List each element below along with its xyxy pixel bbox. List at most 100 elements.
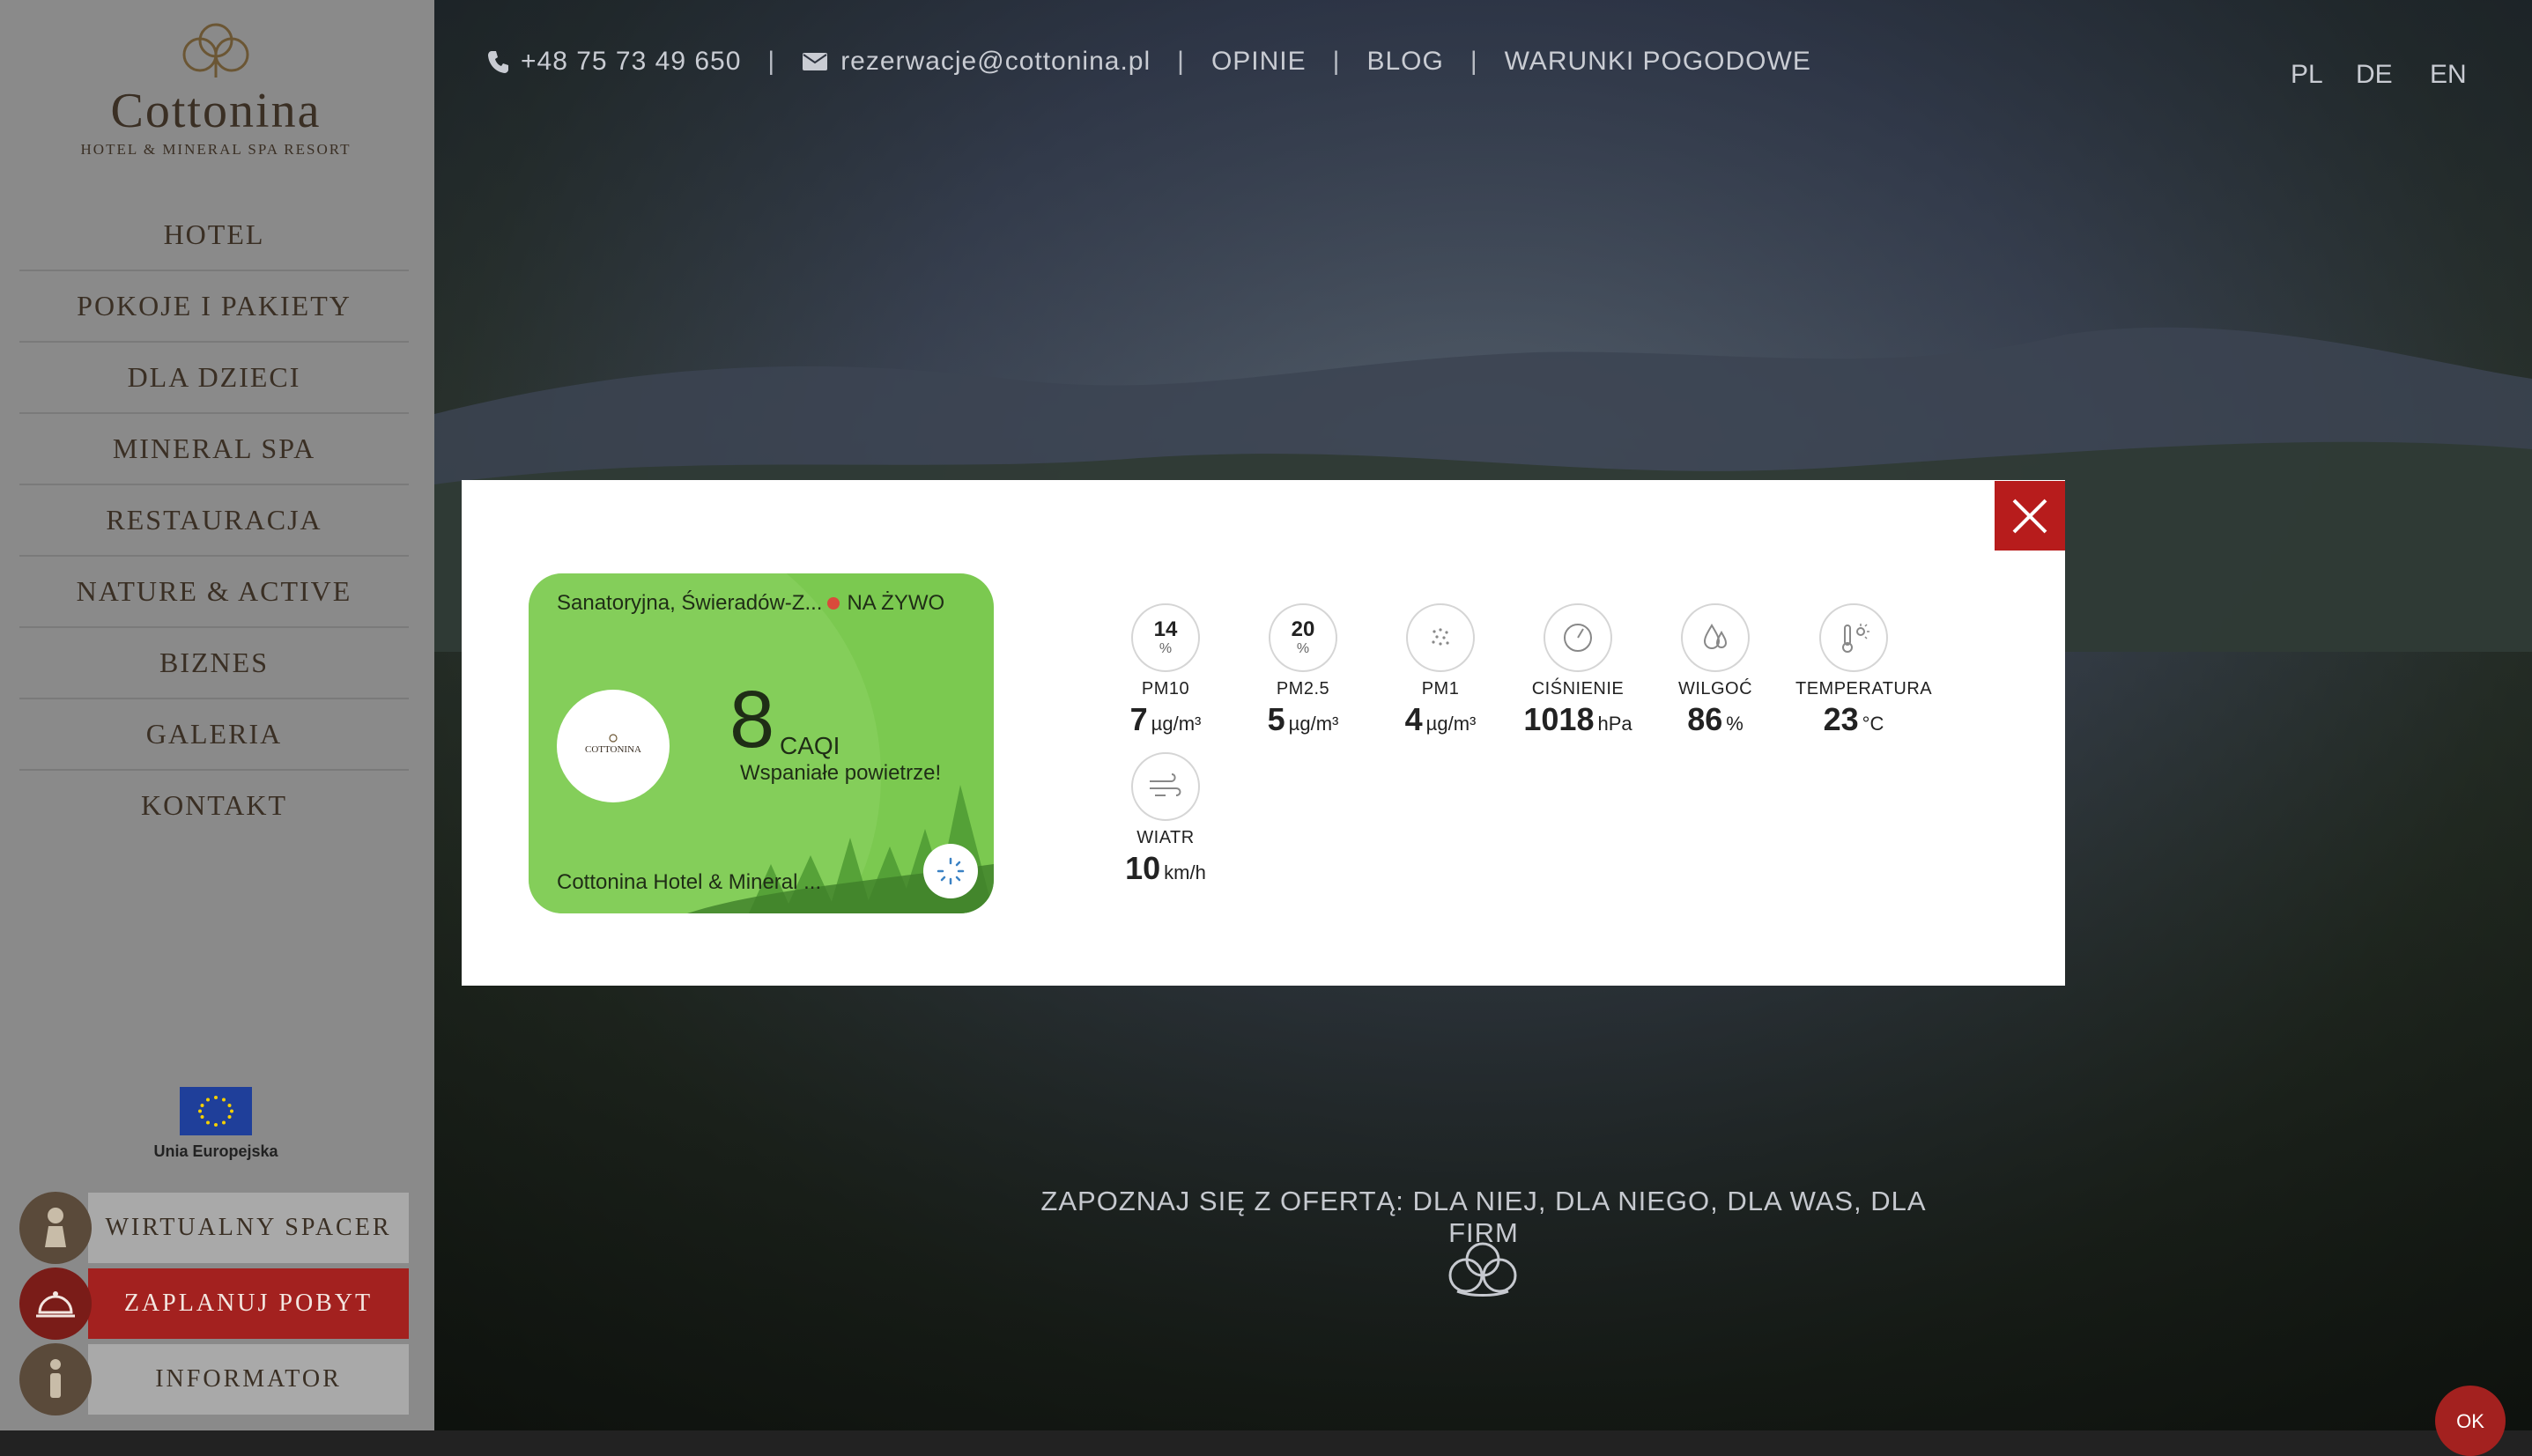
station-name: Sanatoryjna, Świeradów-Z... [557,591,823,615]
nav-item-hotel[interactable]: HOTEL [19,200,409,271]
humidity-ring [1681,603,1750,672]
weather-link[interactable]: WARUNKI POGODOWE [1505,47,1811,77]
live-label: NA ŻYWO [847,591,945,615]
svg-text:COTTONINA: COTTONINA [585,744,641,755]
pm10-percent-unit: % [1159,641,1173,656]
caqi-value: 8 [729,675,775,765]
eu-label: Unia Europejska [153,1142,278,1160]
phone-link[interactable]: +48 75 73 49 650 [521,47,741,77]
nav-item-restaurant[interactable]: RESTAURACJA [19,485,409,557]
pressure-unit: hPa [1597,713,1632,735]
caqi-description: Wspaniałe powietrze! [740,761,942,785]
lang-pl[interactable]: PL [2291,60,2323,90]
nav-item-contact[interactable]: KONTAKT [19,771,409,840]
phone-icon [487,49,508,74]
lang-en[interactable]: EN [2430,60,2467,90]
topbar-divider: | [1177,47,1185,76]
metric-pressure: CIŚNIENIE 1018 hPa [1521,603,1635,738]
virtual-tour-button[interactable]: WIRTUALNY SPACER [19,1192,409,1264]
brand-subtitle: HOTEL & MINERAL SPA RESORT [80,141,352,158]
metric-pm25: 20 % PM2.5 5 µg/m³ [1246,603,1360,738]
nav-item-rooms[interactable]: POKOJE I PAKIETY [19,271,409,343]
humidity-unit: % [1726,713,1744,735]
pm25-percent: 20 [1291,617,1315,641]
caqi-unit: CAQI [780,732,840,759]
brand-name: Cottonina [110,84,322,138]
main-nav: HOTEL POKOJE I PAKIETY DLA DZIECI MINERA… [19,200,409,840]
air-quality-card[interactable]: Sanatoryjna, Świeradów-Z... NA ŻYWO COTT… [529,573,994,913]
topbar-divider: | [767,47,776,76]
temperature-label: TEMPERATURA [1795,679,1933,698]
info-icon [19,1343,92,1415]
pm25-unit: µg/m³ [1288,713,1339,735]
pm25-percent-unit: % [1296,641,1310,656]
lang-de[interactable]: DE [2356,60,2393,90]
pressure-ring [1544,603,1612,672]
wind-ring [1131,752,1200,821]
humidity-label: WILGOĆ [1677,679,1753,698]
pm25-ring: 20 % [1269,603,1337,672]
pm1-label: PM1 [1421,679,1460,698]
nav-item-spa[interactable]: MINERAL SPA [19,414,409,485]
close-button[interactable] [1995,481,2065,551]
pm10-label: PM10 [1141,679,1190,698]
blog-link[interactable]: BLOG [1366,47,1443,77]
metric-pm10: 14 % PM10 7 µg/m³ [1108,603,1223,738]
plan-stay-button[interactable]: ZAPLANUJ POBYT [19,1268,409,1340]
wind-unit: km/h [1164,861,1206,883]
thermometer-sun-icon [1842,624,1869,653]
metric-temperature: TEMPERATURA 23 °C [1795,603,1933,738]
pm25-value: 5 [1267,701,1285,737]
sidebar: Cottonina HOTEL & MINERAL SPA RESORT HOT… [0,0,434,1430]
loading-spinner-icon [937,857,965,885]
pm1-value: 4 [1404,701,1423,737]
station-owner: Cottonina Hotel & Mineral ... [557,870,822,894]
nav-item-kids[interactable]: DLA DZIECI [19,343,409,414]
pm10-value: 7 [1129,701,1148,737]
pm1-ring [1406,603,1475,672]
logo[interactable]: Cottonina HOTEL & MINERAL SPA RESORT [35,21,396,171]
pressure-label: CIŚNIENIE [1531,679,1625,698]
service-bell-icon [19,1268,92,1340]
water-drops-icon [1703,624,1728,649]
metric-humidity: WILGOĆ 86% [1658,603,1773,738]
wind-icon [1150,773,1181,796]
envelope-icon [802,51,828,72]
wind-value: 10 [1125,850,1161,886]
temperature-value: 23 [1823,701,1859,737]
plan-stay-label: ZAPLANUJ POBYT [88,1268,409,1339]
nav-item-gallery[interactable]: GALERIA [19,699,409,771]
refresh-button[interactable] [923,844,978,898]
pressure-value: 1018 [1523,701,1595,737]
particles-icon [1432,628,1449,646]
temperature-ring [1819,603,1888,672]
person-icon [19,1192,92,1264]
eu-flag-icon [180,1087,252,1135]
pm10-unit: µg/m³ [1151,713,1202,735]
close-icon [2012,499,2047,533]
live-dot-icon [827,597,840,610]
metric-wind: WIATR 10 km/h [1108,752,1223,887]
cotton-flower-icon [182,23,249,78]
email-link[interactable]: rezerwacje@cottonina.pl [840,47,1151,77]
pm10-ring: 14 % [1131,603,1200,672]
cookie-ok-button[interactable]: OK [2435,1386,2506,1456]
station-location: Sanatoryjna, Świeradów-Z... NA ŻYWO [557,591,944,616]
pm10-percent: 14 [1153,617,1178,641]
temperature-unit: °C [1862,713,1884,735]
metric-pm1: PM1 4 µg/m³ [1383,603,1498,738]
eu-badge[interactable]: Unia Europejska [145,1087,286,1161]
virtual-tour-label: WIRTUALNY SPACER [88,1193,409,1263]
opinions-link[interactable]: OPINIE [1211,47,1307,77]
wind-label: WIATR [1136,828,1195,847]
pm1-unit: µg/m³ [1425,713,1477,735]
nav-item-nature[interactable]: NATURE & ACTIVE [19,557,409,628]
topbar-divider: | [1332,47,1341,76]
cotton-flower-icon [1448,1242,1517,1297]
hotel-logo-badge: COTTONINA [557,690,670,802]
info-button[interactable]: INFORMATOR [19,1343,409,1415]
barometer-icon [1564,624,1592,652]
pm25-label: PM2.5 [1276,679,1330,698]
cottonina-logo-icon: COTTONINA [585,734,641,755]
nav-item-business[interactable]: BIZNES [19,628,409,699]
